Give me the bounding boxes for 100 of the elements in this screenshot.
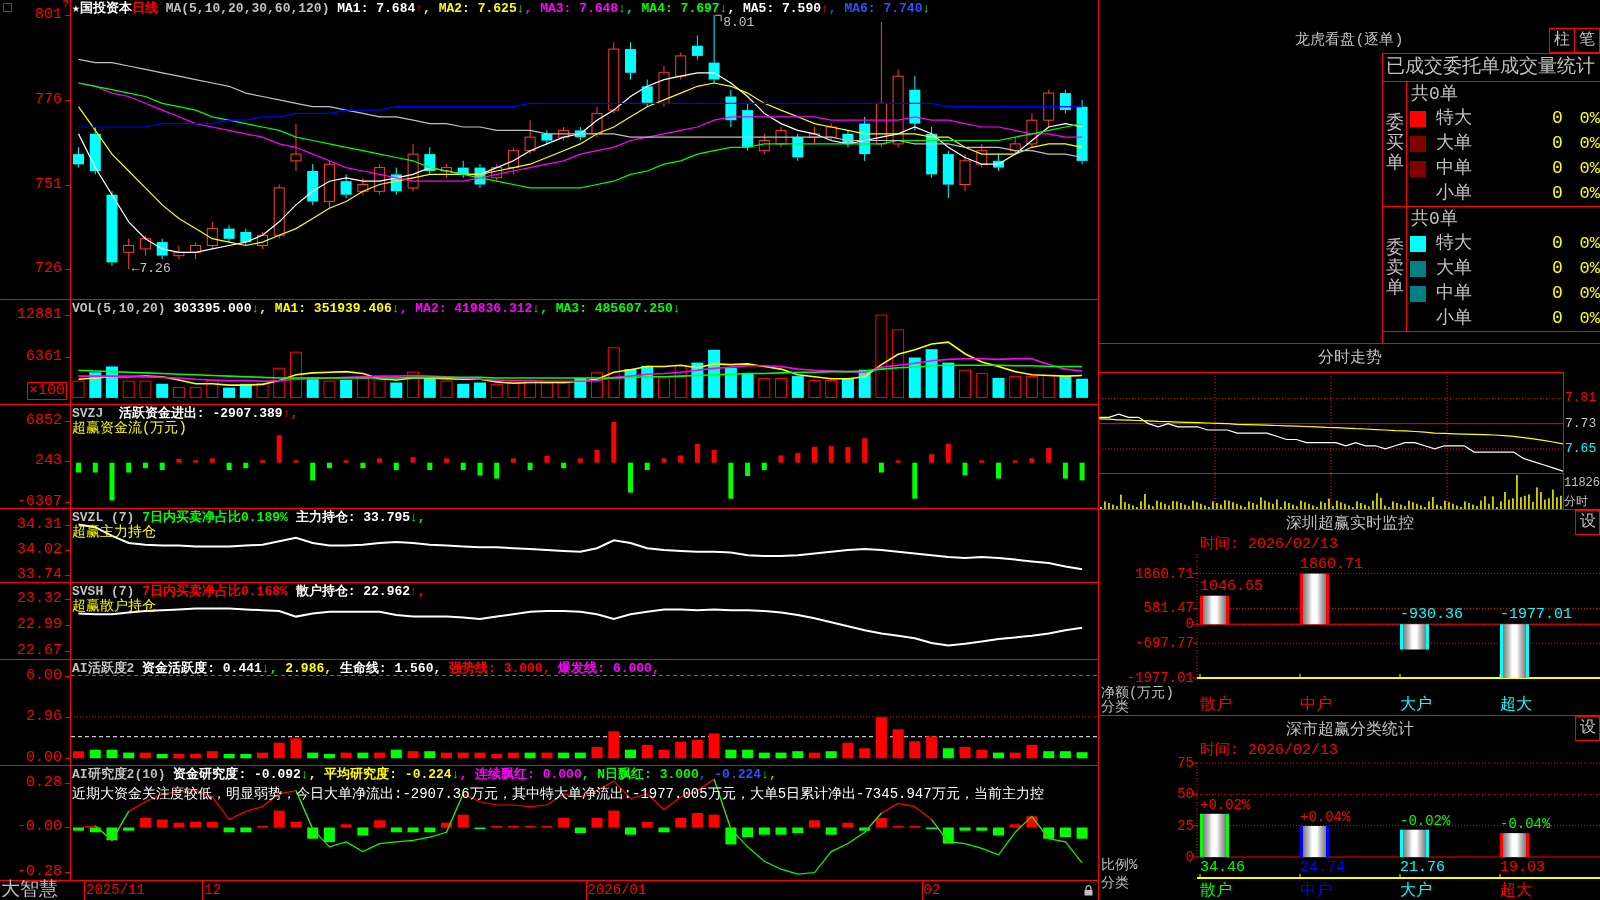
legend-text: SVSH (7) [72, 584, 135, 599]
legend-text: 7日内买卖净占比0.168% [142, 584, 288, 599]
order-count: 0 [1551, 282, 1564, 305]
axis-label: 776 [35, 91, 62, 108]
group-label: 委卖单 [1385, 239, 1404, 299]
axis-label: 7.81 [1565, 390, 1597, 407]
category-label: 中户 [1300, 697, 1332, 713]
order-count: 0 [1551, 307, 1564, 330]
axis-title: 分类 [1101, 700, 1129, 714]
order-size-label: 小单 [1435, 182, 1473, 205]
legend-text: 日线 [131, 1, 158, 16]
axis-label: 33.74 [17, 566, 62, 583]
axis-label: 0 [1185, 617, 1194, 632]
order-count: 0 [1551, 107, 1564, 130]
legend-text: ↓ [451, 767, 460, 782]
category-label: 散户 [1200, 697, 1232, 713]
value-label: 1860.71 [1300, 556, 1363, 573]
change-label: -0.04% [1500, 817, 1551, 833]
legend-text: , 连续飘红: 0.000 [459, 767, 582, 782]
axis-label: 751 [35, 176, 62, 193]
axis-title: 净额(万元) [1101, 686, 1174, 700]
panel-title: 分时走势 [1317, 349, 1382, 367]
legend-text: ↓, [410, 510, 426, 525]
axis-label: 6852 [26, 412, 62, 429]
order-share: 0% [1578, 108, 1600, 130]
indicator-label: 超赢散户持仓 [72, 599, 156, 614]
axis-label: 7.73 [1565, 415, 1597, 432]
axis-label: 22.67 [17, 643, 62, 659]
axis-label: -1977.01 [1126, 671, 1194, 685]
order-share: 0% [1578, 158, 1600, 180]
order-share: 0% [1578, 308, 1600, 330]
legend-text: ↓ [532, 301, 541, 316]
panel-title: 龙虎看盘(逐单) [1295, 32, 1404, 51]
axis-label: -697.77 [1135, 636, 1194, 651]
category-label: 超大 [1500, 883, 1532, 899]
value-label: 19.03 [1500, 860, 1545, 876]
category-label: 中户 [1300, 883, 1332, 899]
axis-title: 比例% [1101, 858, 1138, 872]
legend-text: ★国投资本 [72, 1, 132, 16]
legend-text: , MA6: 7.740 [828, 1, 923, 16]
legend-text: 2.986, [285, 661, 334, 676]
legend-text: ↓ [922, 1, 931, 16]
volume-max-label: 11826 [1564, 476, 1600, 490]
order-count: 0 [1551, 257, 1564, 280]
axis-label: 7.65 [1565, 440, 1597, 457]
legend-text: MA1: 7.684 [337, 1, 416, 16]
chart-subtitle: 时间: 2026/02/13 [1199, 742, 1340, 760]
axis-label: 801 [35, 7, 62, 24]
order-size-label: 特大 [1435, 232, 1473, 255]
legend-text: 强势线: 3.000, [449, 661, 552, 676]
legend-text: MA(5,10,20,30,60,120) [164, 1, 331, 16]
chart-subtitle: 时间: 2026/02/13 [1199, 536, 1340, 554]
value-label: 24.74 [1300, 860, 1345, 876]
legend-text: , MA2: 7.625 [423, 1, 517, 16]
value-label: 34.46 [1200, 860, 1245, 876]
legend-text: ↓ [391, 301, 400, 316]
axis-label: 243 [35, 453, 62, 470]
indicator-label: 超赢资金流(万元) [72, 421, 187, 436]
order-size-label: 大单 [1435, 257, 1473, 280]
legend-text: VOL(5,10,20) [72, 301, 167, 316]
category-label: 大户 [1400, 883, 1432, 899]
axis-label: 23.32 [17, 591, 62, 607]
stats-title: 已成交委托单成交量统计 [1383, 54, 1600, 82]
legend-text: , MA3: 485607.250 [540, 301, 673, 316]
unit-label: ×100 [27, 382, 67, 400]
category-label: 超大 [1500, 697, 1532, 713]
price-annotation: 8.01 [723, 16, 755, 31]
order-size-label: 小单 [1435, 307, 1473, 330]
legend-text: 活跃资金进出: -2907.389 [118, 406, 283, 421]
legend-text: 爆发线: 6.000, [558, 661, 660, 676]
axis-label: 22.99 [17, 617, 62, 634]
order-total: 共0单 [1410, 83, 1459, 106]
order-share: 0% [1578, 283, 1600, 305]
value-label: -1977.01 [1500, 607, 1572, 624]
legend-text: ↓ [672, 301, 681, 316]
panel-title: 深市超赢分类统计 [1285, 719, 1414, 739]
legend-text: , MA5: 7.590 [727, 1, 822, 16]
legend-text: , -0.224 [698, 767, 762, 782]
legend-text: ↓ [618, 1, 626, 16]
category-label: 散户 [1200, 883, 1232, 899]
legend-text: AI活跃度2 [72, 661, 136, 676]
date-label: 2026/01 [587, 882, 647, 899]
legend-text: 资金活跃度: 0.441 [142, 661, 262, 676]
legend-text: ↑, [410, 584, 426, 599]
legend-text: 资金研究度: -0.092 [173, 767, 301, 782]
legend-text: ↓ [516, 1, 525, 16]
group-label: 委买单 [1385, 114, 1404, 174]
legend-text: 散户持仓: 22.962 [294, 584, 411, 599]
legend-text: 生命线: 1.560, [339, 661, 443, 676]
value-label: 1046.65 [1200, 578, 1263, 595]
axis-label: 1860.71 [1135, 566, 1194, 581]
legend-text: ↑, [282, 406, 299, 421]
legend-text: 303395.000 [173, 301, 252, 316]
legend-text: 7日内买卖净占比0.189% [142, 510, 288, 525]
volume-caption: 分时 [1564, 495, 1588, 509]
legend-text: ↑ [415, 1, 424, 16]
app-logo-text: 大智慧 [0, 881, 59, 900]
order-total: 共0单 [1410, 208, 1459, 231]
date-label: 02 [923, 882, 941, 899]
legend-text: ↓ [300, 767, 309, 782]
